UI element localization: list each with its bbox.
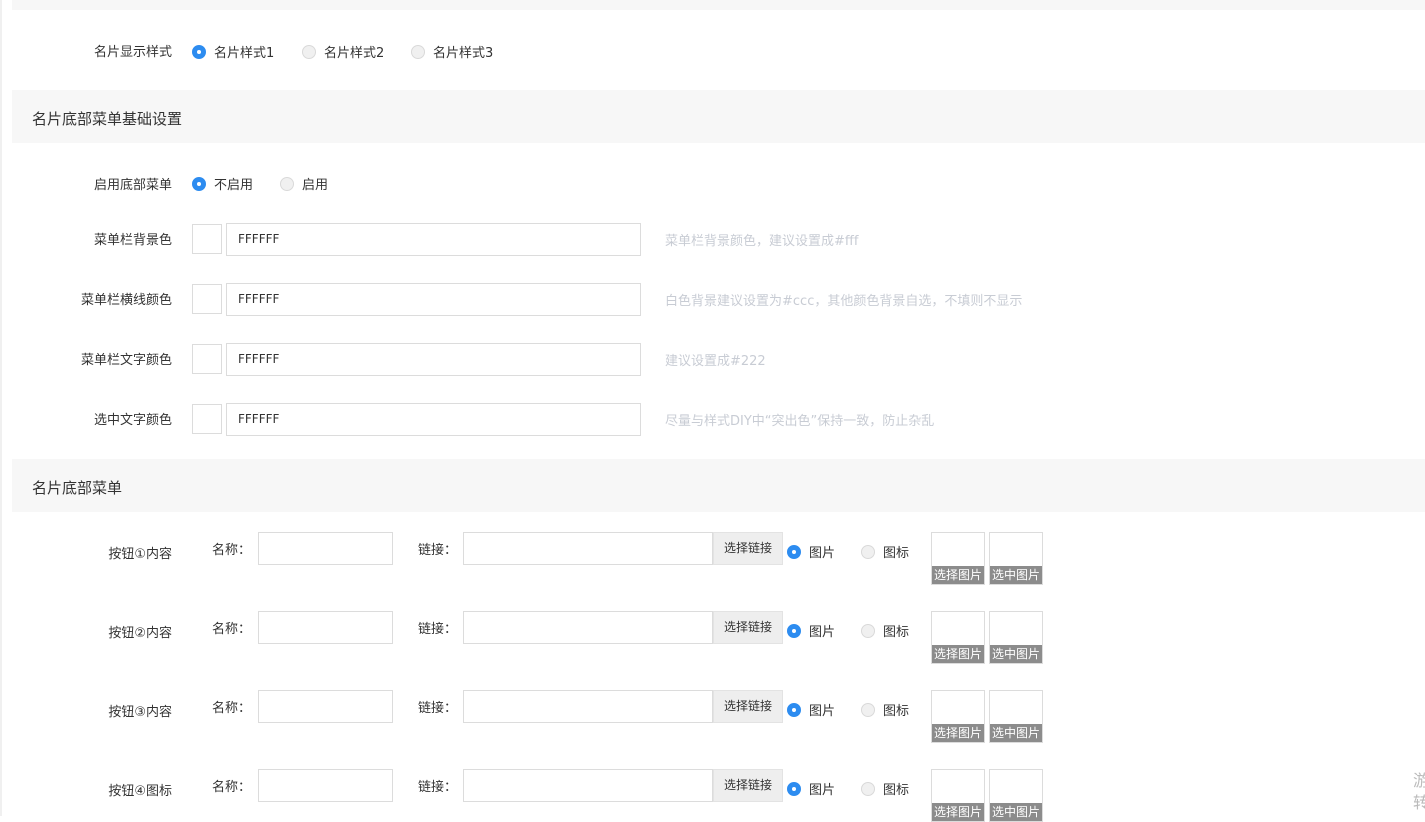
color-hint: 白色背景建议设置为#ccc，其他颜色背景自选，不填则不显示 <box>665 294 1023 309</box>
button-row-label: 按钮③内容 <box>108 705 172 720</box>
name-input[interactable] <box>258 769 393 802</box>
section-title: 名片底部菜单 <box>32 479 123 497</box>
name-input[interactable] <box>258 611 393 644</box>
name-label: 名称： <box>212 543 252 558</box>
choose-image-slot[interactable]: 选择图片 <box>931 611 985 664</box>
radio-dot-icon <box>861 702 875 717</box>
color-label: 菜单栏文字颜色 <box>80 353 172 368</box>
radio-dot-icon <box>192 176 206 191</box>
top-section-bar <box>12 0 1425 10</box>
button-row-label: 按钮②内容 <box>108 626 172 641</box>
radio-style-1[interactable]: 名片样式1 <box>192 42 274 61</box>
radio-dot-icon <box>787 544 801 559</box>
radio-dot-icon <box>192 44 206 59</box>
color-input[interactable]: FFFFFF <box>226 403 641 436</box>
floating-edge-text[interactable]: 游转 <box>1413 770 1425 814</box>
radio-disable-menu[interactable]: 不启用 <box>192 174 253 193</box>
radio-type-icon[interactable]: 图标 <box>861 700 909 719</box>
radio-dot-icon <box>280 176 294 191</box>
link-input[interactable] <box>463 532 713 565</box>
color-hint: 建议设置成#222 <box>665 354 766 369</box>
radio-dot-icon <box>411 44 425 59</box>
color-hint: 尽量与样式DIY中“突出色”保持一致，防止杂乱 <box>665 414 935 429</box>
left-border <box>0 0 2 816</box>
link-label: 链接： <box>418 701 458 716</box>
choose-link-button[interactable]: 选择链接 <box>713 611 783 644</box>
link-input[interactable] <box>463 611 713 644</box>
radio-dot-icon <box>787 702 801 717</box>
radio-style-2[interactable]: 名片样式2 <box>302 42 384 61</box>
radio-type-image[interactable]: 图片 <box>787 542 835 561</box>
name-label: 名称： <box>212 622 252 637</box>
choose-image-button[interactable]: 选择图片 <box>932 803 984 821</box>
color-label: 选中文字颜色 <box>93 413 172 428</box>
choose-image-slot[interactable]: 选择图片 <box>931 769 985 822</box>
link-input[interactable] <box>463 769 713 802</box>
color-input[interactable]: FFFFFF <box>226 223 641 256</box>
section-menu-basic: 名片底部菜单基础设置 <box>12 90 1425 143</box>
selected-image-button[interactable]: 选中图片 <box>990 724 1042 742</box>
radio-dot-icon <box>861 544 875 559</box>
selected-image-slot[interactable]: 选中图片 <box>989 532 1043 585</box>
button-row-label: 按钮①内容 <box>108 547 172 562</box>
radio-type-image[interactable]: 图片 <box>787 700 835 719</box>
choose-image-slot[interactable]: 选择图片 <box>931 690 985 743</box>
link-label: 链接： <box>418 780 458 795</box>
name-label: 名称： <box>212 701 252 716</box>
name-input[interactable] <box>258 690 393 723</box>
choose-image-slot[interactable]: 选择图片 <box>931 532 985 585</box>
name-input[interactable] <box>258 532 393 565</box>
selected-image-slot[interactable]: 选中图片 <box>989 769 1043 822</box>
choose-image-button[interactable]: 选择图片 <box>932 566 984 584</box>
button-row-label: 按钮④图标 <box>108 784 172 799</box>
link-label: 链接： <box>418 543 458 558</box>
color-swatch[interactable] <box>192 284 222 314</box>
color-input[interactable]: FFFFFF <box>226 343 641 376</box>
link-input[interactable] <box>463 690 713 723</box>
section-menu-buttons: 名片底部菜单 <box>12 459 1425 512</box>
color-input[interactable]: FFFFFF <box>226 283 641 316</box>
color-swatch[interactable] <box>192 224 222 254</box>
color-label: 菜单栏背景色 <box>93 233 172 248</box>
link-label: 链接： <box>418 622 458 637</box>
radio-dot-icon <box>861 623 875 638</box>
radio-dot-icon <box>302 44 316 59</box>
choose-image-button[interactable]: 选择图片 <box>932 645 984 663</box>
choose-link-button[interactable]: 选择链接 <box>713 690 783 723</box>
color-label: 菜单栏横线颜色 <box>80 293 172 308</box>
color-swatch[interactable] <box>192 404 222 434</box>
choose-link-button[interactable]: 选择链接 <box>713 769 783 802</box>
radio-type-image[interactable]: 图片 <box>787 621 835 640</box>
name-label: 名称： <box>212 780 252 795</box>
color-swatch[interactable] <box>192 344 222 374</box>
radio-dot-icon <box>787 623 801 638</box>
radio-dot-icon <box>787 781 801 796</box>
selected-image-button[interactable]: 选中图片 <box>990 803 1042 821</box>
choose-image-button[interactable]: 选择图片 <box>932 724 984 742</box>
radio-type-icon[interactable]: 图标 <box>861 542 909 561</box>
section-title: 名片底部菜单基础设置 <box>32 110 183 128</box>
color-hint: 菜单栏背景颜色，建议设置成#fff <box>665 234 859 249</box>
selected-image-slot[interactable]: 选中图片 <box>989 611 1043 664</box>
radio-type-icon[interactable]: 图标 <box>861 779 909 798</box>
display-style-label: 名片显示样式 <box>93 45 172 60</box>
radio-type-icon[interactable]: 图标 <box>861 621 909 640</box>
choose-link-button[interactable]: 选择链接 <box>713 532 783 565</box>
radio-style-3[interactable]: 名片样式3 <box>411 42 493 61</box>
radio-dot-icon <box>861 781 875 796</box>
radio-type-image[interactable]: 图片 <box>787 779 835 798</box>
radio-enable-menu[interactable]: 启用 <box>280 174 328 193</box>
selected-image-button[interactable]: 选中图片 <box>990 566 1042 584</box>
selected-image-slot[interactable]: 选中图片 <box>989 690 1043 743</box>
selected-image-button[interactable]: 选中图片 <box>990 645 1042 663</box>
enable-menu-label: 启用底部菜单 <box>93 178 172 193</box>
